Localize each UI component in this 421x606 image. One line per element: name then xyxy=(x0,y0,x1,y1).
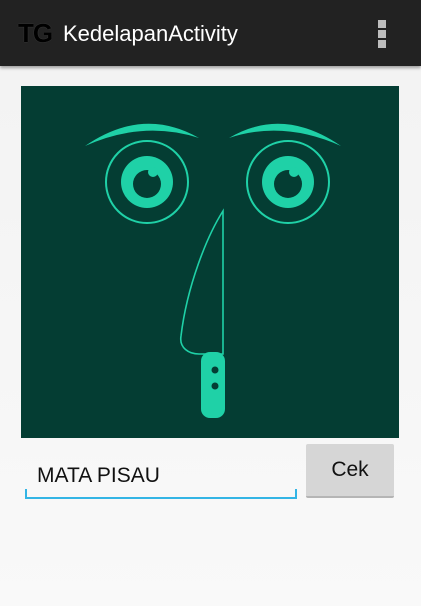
overflow-menu-button[interactable] xyxy=(370,16,394,52)
left-eyebrow xyxy=(85,123,199,146)
knife-rivet-top xyxy=(211,366,219,374)
answer-input-left-tick xyxy=(25,489,27,499)
right-eye-highlight xyxy=(289,167,299,177)
knife-rivet-bottom xyxy=(211,382,219,390)
more-vertical-icon xyxy=(378,20,386,28)
app-logo: TG xyxy=(18,18,53,48)
puzzle-drawing xyxy=(85,123,341,418)
action-bar: TG KedelapanActivity xyxy=(0,0,421,66)
more-vertical-icon-dot xyxy=(378,40,386,48)
more-vertical-icon-dot xyxy=(378,30,386,38)
answer-input-right-tick xyxy=(295,489,297,499)
check-button[interactable]: Cek xyxy=(306,444,394,498)
right-eyebrow xyxy=(229,123,341,146)
left-eye-highlight xyxy=(148,167,158,177)
answer-input[interactable] xyxy=(25,455,297,499)
puzzle-image xyxy=(21,86,399,438)
app-title: KedelapanActivity xyxy=(63,21,238,46)
knife-blade xyxy=(179,208,224,355)
